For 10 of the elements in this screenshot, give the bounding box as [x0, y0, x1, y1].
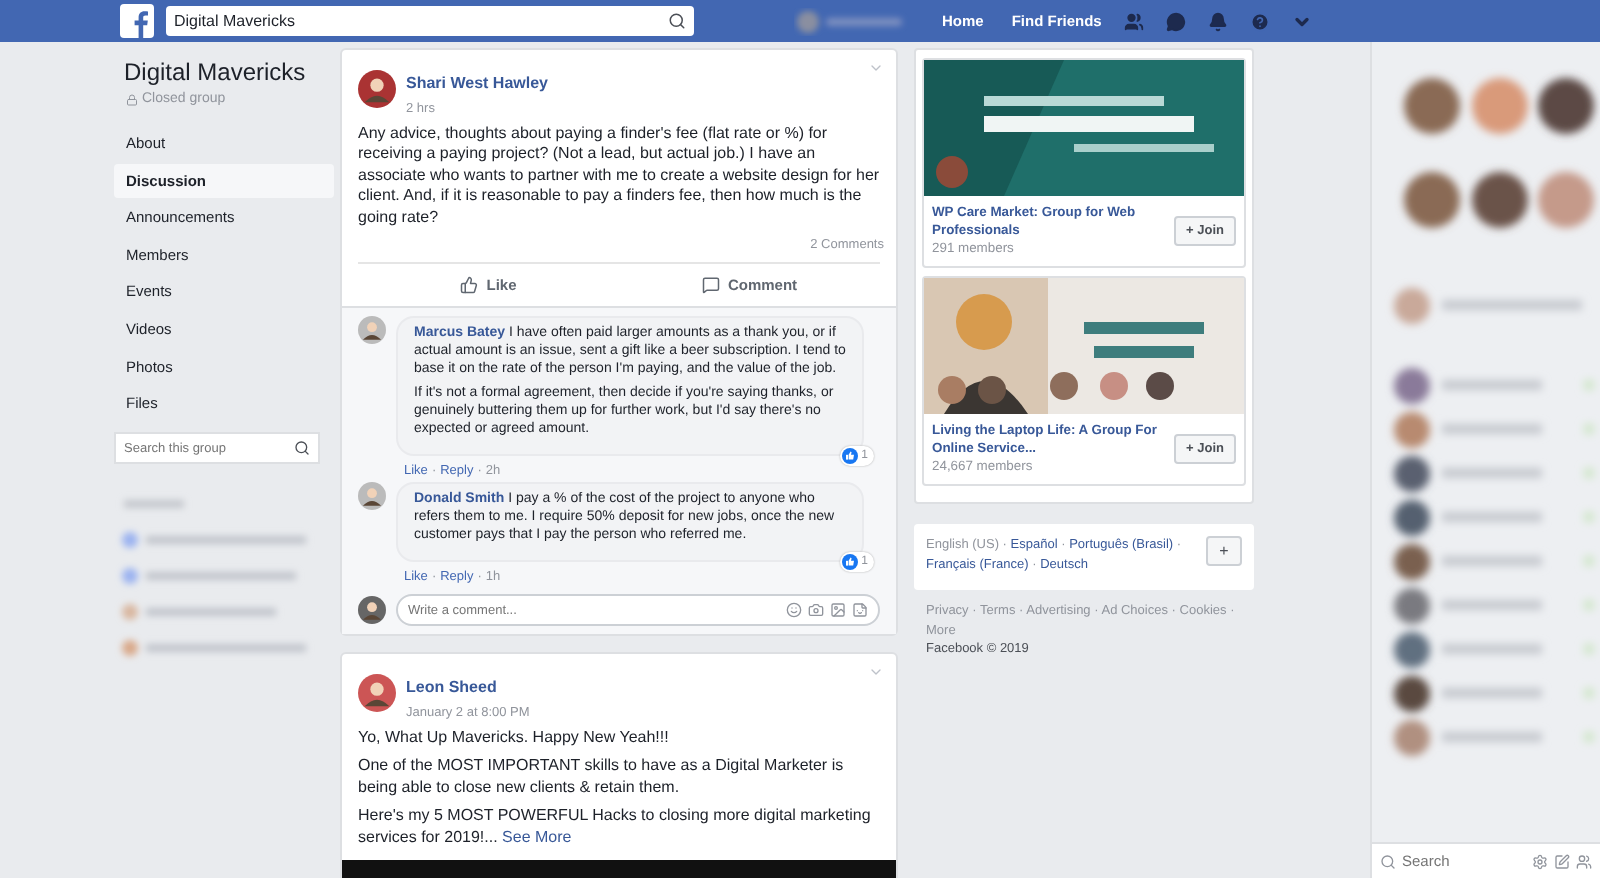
author-name[interactable]: Shari West Hawley — [406, 74, 548, 92]
post-text: Here's my 5 MOST POWERFUL Hacks to closing more digital marketing services for 2019!... See More — [358, 806, 873, 849]
post-text: Any advice, thoughts about paying a finder's fee (flat rate or %) for receiving a paying project? (Not a lead, but actual job.) I have an associate who wants to partner with me to create a website design for her client. And, if it is reasonable to pay a finders fee, then how much is the going rate? — [358, 124, 880, 229]
post-text: Yo, What Up Mavericks. Happy New Yeah!!! — [358, 728, 671, 749]
group-name: Digital Mavericks — [124, 58, 308, 86]
top-search-bar[interactable]: Digital Mavericks — [166, 6, 694, 36]
author-name[interactable]: Leon Sheed — [406, 678, 497, 697]
add-language-button[interactable]: + — [1206, 536, 1242, 566]
post-text: One of the MOST IMPORTANT skills to have as a Digital Marketer is being able to close new clients & retain them. — [358, 756, 846, 799]
see-more-link[interactable]: See More — [502, 827, 572, 846]
